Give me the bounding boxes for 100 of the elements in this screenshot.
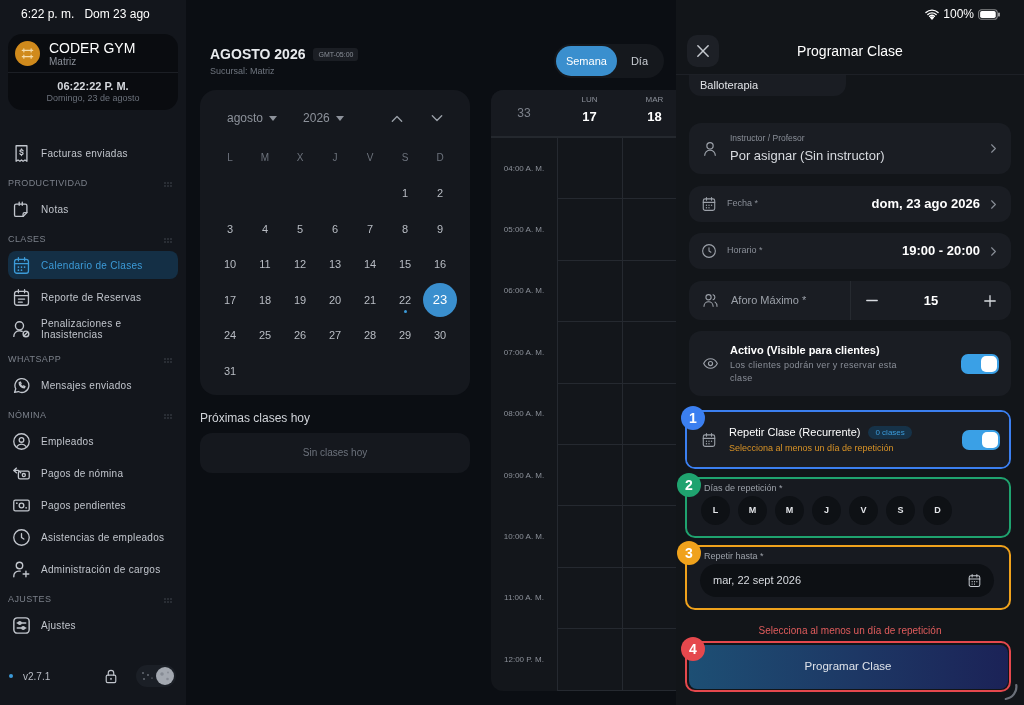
calendar-day[interactable]: 27 [318, 318, 352, 353]
calendar-day[interactable]: 4 [248, 211, 282, 246]
calendar-day[interactable]: 23 [423, 282, 457, 317]
calendar-day[interactable]: 6 [318, 211, 352, 246]
calendar-day[interactable]: 1 [388, 176, 422, 211]
weekday-toggle[interactable]: S [886, 496, 915, 525]
calendar-day[interactable]: 13 [318, 247, 352, 282]
time-label: 10:00 A. M. [503, 531, 545, 544]
nav-item[interactable]: Reporte de Reservas [8, 283, 178, 311]
chat-phone-icon [13, 376, 30, 394]
nav-item[interactable]: Calendario de Clases [8, 251, 178, 279]
nav-item[interactable]: Pagos de nómina [8, 459, 178, 487]
theme-toggle[interactable] [136, 665, 176, 687]
week-number: 33 [517, 105, 531, 122]
view-tab[interactable]: Semana [555, 46, 617, 76]
weekday-toggle[interactable]: M [738, 496, 767, 525]
calendar-day[interactable]: 11 [248, 247, 282, 282]
weekday-toggle[interactable]: J [812, 496, 841, 525]
nav-item[interactable]: Penalizaciones e Inasistencias [8, 315, 178, 343]
calendar-day[interactable]: 19 [283, 282, 317, 317]
nav-item[interactable]: Administración de cargos [8, 555, 178, 583]
battery-percentage: 100% [943, 6, 974, 23]
nav-item[interactable]: Empleados [8, 427, 178, 455]
nav-item[interactable]: Asistencias de empleados [8, 523, 178, 551]
chevron-down-icon[interactable] [430, 114, 443, 122]
field-label: Aforo Máximo * [731, 293, 807, 309]
close-icon [697, 45, 709, 57]
quantity-value: 15 [923, 291, 939, 310]
toggle-switch[interactable] [962, 429, 1000, 450]
calendar-day[interactable]: 2 [423, 176, 457, 211]
calendar-day[interactable]: 28 [353, 318, 387, 353]
field-label: Días de repetición * [704, 482, 783, 494]
calendar-day[interactable]: 22 [388, 282, 422, 317]
calendar-day[interactable]: 24 [213, 318, 247, 353]
weekday-label: MAR [645, 95, 664, 105]
calendar-day[interactable]: 21 [353, 282, 387, 317]
time-label: 07:00 A. M. [503, 346, 545, 359]
calendar-day[interactable]: 20 [318, 282, 352, 317]
toggle-switch[interactable] [961, 353, 999, 374]
calendar-icon [13, 256, 30, 274]
nav-item[interactable]: Ajustes [8, 611, 178, 639]
callout-number: 1 [681, 406, 705, 430]
weekday-toggle[interactable]: L [701, 496, 730, 525]
time-picker[interactable]: Horario * 19:00 - 20:00 [689, 233, 1011, 269]
weekday-label: V [365, 151, 375, 166]
nav-item[interactable]: Facturas enviadas [8, 139, 178, 167]
calendar-day[interactable]: 15 [388, 247, 422, 282]
plus-icon[interactable] [984, 294, 996, 307]
view-tab[interactable]: Día [616, 46, 662, 76]
status-time: 6:22 p. m. [21, 6, 75, 23]
calendar-day[interactable]: 5 [283, 211, 317, 246]
nav-item[interactable]: Pagos pendientes [8, 491, 178, 519]
calendar-day[interactable]: 8 [388, 211, 422, 246]
year-dropdown[interactable]: 2026 [303, 109, 344, 127]
field-label: Horario * [727, 244, 763, 258]
close-button[interactable] [687, 35, 719, 67]
month-dropdown[interactable]: agosto [227, 109, 278, 127]
calendar-day[interactable]: 7 [353, 211, 387, 246]
chevron-up-icon[interactable] [390, 114, 403, 122]
calendar-day[interactable]: 17 [213, 282, 247, 317]
time-label: 04:00 A. M. [503, 162, 545, 175]
calendar-day[interactable]: 29 [388, 318, 422, 353]
calendar-day[interactable]: 30 [423, 318, 457, 353]
weekday-toggle[interactable]: V [849, 496, 878, 525]
section-heading: CLASES [8, 233, 46, 247]
nav-item[interactable]: Mensajes enviados [8, 371, 178, 399]
calendar-day[interactable]: 12 [283, 247, 317, 282]
calendar-icon [702, 197, 716, 211]
calendar-day[interactable]: 16 [423, 247, 457, 282]
calendar-day[interactable]: 10 [213, 247, 247, 282]
weekday-toggle[interactable]: M [775, 496, 804, 525]
end-date-field[interactable]: mar, 22 sept 2026 [700, 564, 994, 597]
calendar-day[interactable]: 18 [248, 282, 282, 317]
calendar-day[interactable]: 26 [283, 318, 317, 353]
section-heading: NÓMINA [8, 409, 47, 423]
warning-message: Selecciona al menos un día de repetición [729, 442, 895, 454]
date-picker[interactable]: Fecha * dom, 23 ago 2026 [689, 186, 1011, 222]
note-icon [13, 200, 30, 218]
calendar-day[interactable]: 25 [248, 318, 282, 353]
weekday-toggle[interactable]: D [923, 496, 952, 525]
time-label: 05:00 A. M. [503, 224, 545, 237]
user-icon [704, 141, 716, 156]
grip-dots-icon [164, 413, 172, 419]
date-number: 17 [582, 109, 597, 125]
minus-icon[interactable] [866, 299, 878, 302]
calendar-day[interactable]: 3 [213, 211, 247, 246]
moon-icon [156, 667, 174, 685]
calendar-day[interactable]: 31 [213, 353, 247, 388]
class-type-field[interactable]: Balloterapia [689, 75, 846, 96]
nav-item[interactable]: Notas [8, 195, 178, 223]
receipt-icon [13, 144, 30, 162]
instructor-picker[interactable]: Instructor / Profesor Por asignar (Sin instructor) [689, 123, 1011, 174]
field-label: Instructor / Profesor [730, 133, 806, 144]
calendar-day[interactable]: 14 [353, 247, 387, 282]
weekday-label: LUN [581, 95, 598, 105]
chevron-right-icon [991, 199, 996, 209]
setting-title: Activo (Visible para clientes) [730, 342, 881, 357]
lock-icon[interactable] [105, 668, 117, 684]
calendar-day[interactable]: 9 [423, 211, 457, 246]
corner-arc-icon [1004, 683, 1018, 701]
